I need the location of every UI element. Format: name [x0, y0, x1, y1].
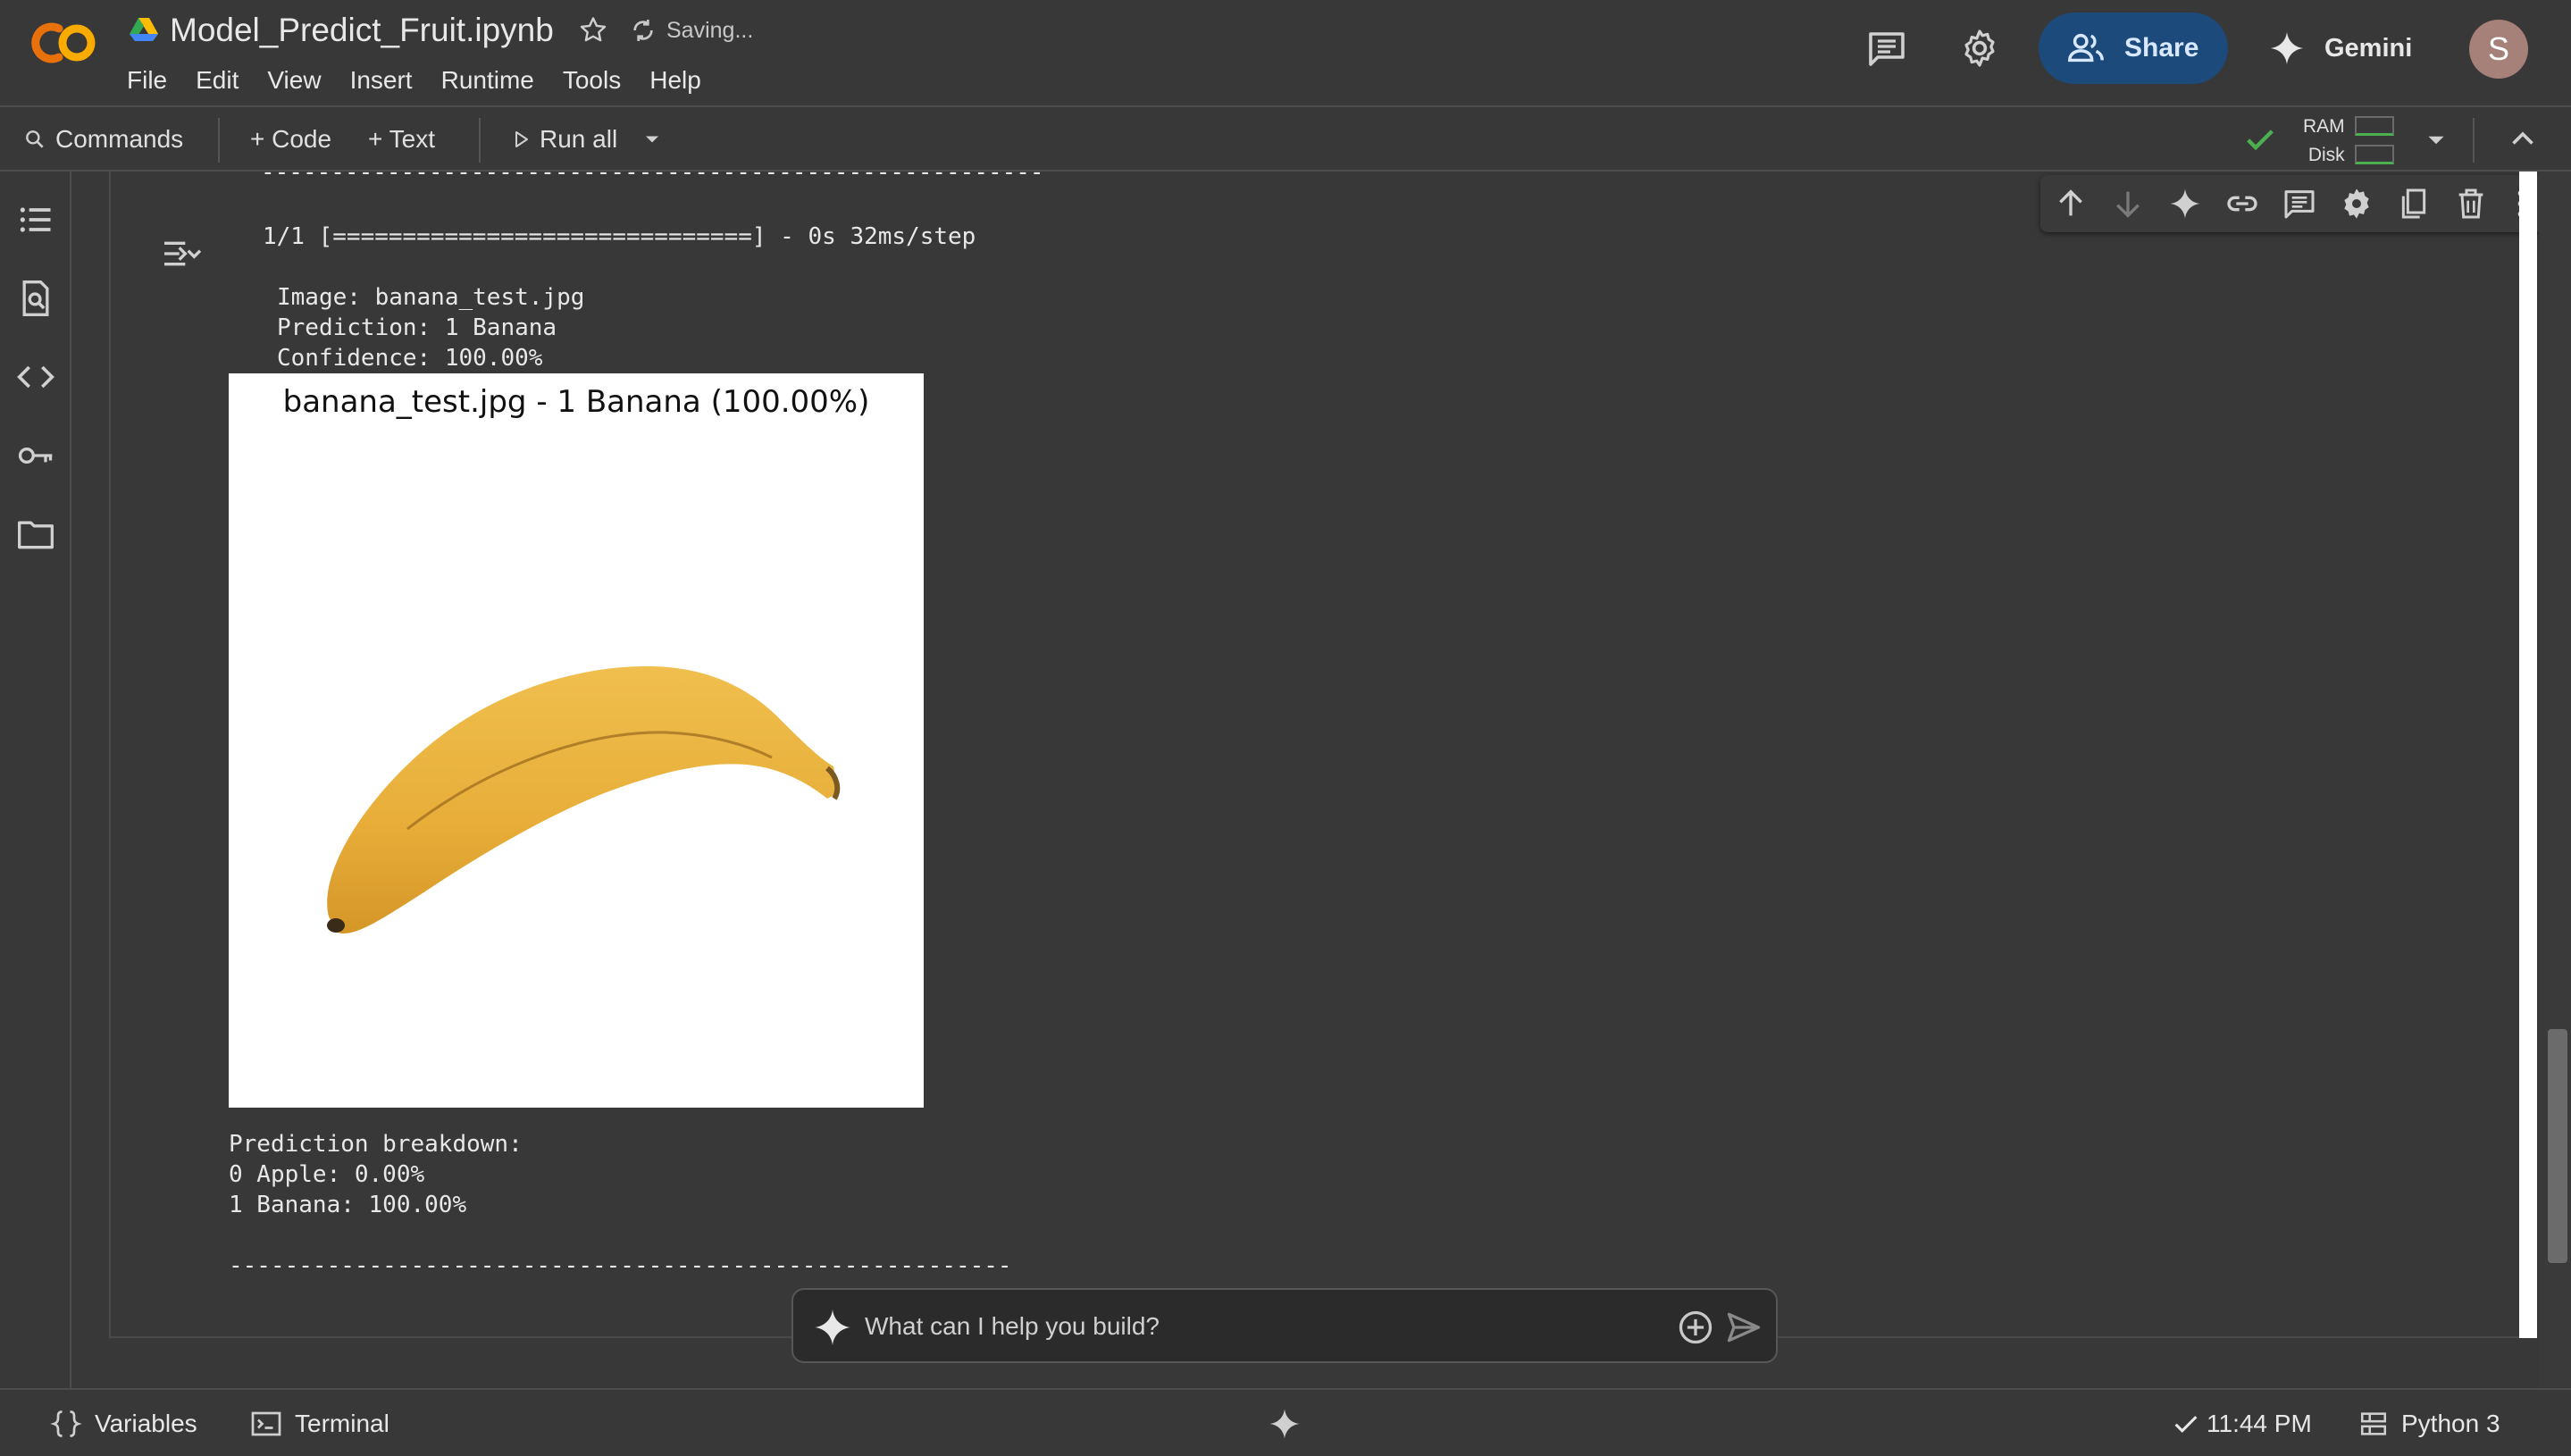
menu-view[interactable]: View	[267, 64, 335, 96]
play-icon	[515, 131, 528, 147]
gemini-sparkle-icon	[815, 1310, 850, 1345]
connected-check-icon[interactable]	[2242, 121, 2278, 157]
colab-logo-icon[interactable]	[23, 20, 98, 66]
gemini-sparkle-icon	[2270, 31, 2304, 65]
progress-line: 1/1 [==============================] - 0…	[263, 223, 976, 250]
add-code-label: + Code	[250, 125, 332, 153]
scrollbar-thumb[interactable]	[2548, 1029, 2567, 1263]
gemini-sparkle-icon[interactable]	[1267, 1406, 1302, 1442]
share-label: Share	[2124, 33, 2199, 63]
menu-edit[interactable]: Edit	[196, 64, 253, 96]
resource-monitor[interactable]: RAM Disk	[2303, 113, 2345, 170]
runtime-caret-down-icon[interactable]	[2421, 125, 2451, 155]
variables-label: Variables	[95, 1410, 197, 1437]
figure-title: banana_test.jpg - 1 Banana (100.00%)	[282, 384, 870, 420]
menu-help[interactable]: Help	[649, 64, 716, 96]
menu-bar: File Edit View Insert Runtime Tools Help	[127, 64, 730, 96]
cell-right-edge	[2519, 172, 2537, 1338]
code-cell-output[interactable]: ----------------------------------------…	[109, 172, 2542, 1338]
toolbar-divider	[218, 118, 220, 163]
check-icon	[2174, 1416, 2198, 1433]
delete-trash-icon[interactable]	[2453, 186, 2489, 222]
run-all-button[interactable]: Run all	[513, 121, 617, 157]
gemini-sparkle-icon[interactable]	[2167, 186, 2203, 222]
menu-insert[interactable]: Insert	[350, 64, 427, 96]
output-collapse-icon[interactable]	[161, 236, 204, 272]
prediction-figure: banana_test.jpg - 1 Banana (100.00%)	[229, 373, 924, 1108]
collapse-header-chevron-up-icon[interactable]	[2507, 123, 2539, 155]
gemini-prompt-box	[791, 1288, 1778, 1363]
separator-line-top: ----------------------------------------…	[261, 172, 1044, 186]
kernel-label: Python 3	[2401, 1410, 2500, 1437]
search-icon	[26, 130, 44, 148]
gemini-label: Gemini	[2324, 33, 2413, 63]
sync-icon	[633, 20, 653, 41]
menu-runtime[interactable]: Runtime	[441, 64, 549, 96]
execution-time-status[interactable]: 11:44 PM	[2171, 1404, 2312, 1443]
commands-button[interactable]: Commands	[23, 121, 183, 157]
save-status: Saving...	[666, 18, 754, 43]
people-icon	[2068, 33, 2104, 63]
find-replace-icon[interactable]	[16, 279, 55, 318]
breakdown-apple: 0 Apple: 0.00%	[229, 1161, 425, 1188]
breakdown-banana: 1 Banana: 100.00%	[229, 1192, 467, 1218]
toolbar-divider	[2473, 118, 2475, 163]
braces-icon	[50, 1410, 82, 1437]
cell-settings-gear-icon[interactable]	[2339, 186, 2374, 222]
share-button[interactable]: Share	[2039, 13, 2228, 84]
server-icon	[2360, 1412, 2387, 1435]
send-icon[interactable]	[1724, 1308, 1763, 1347]
gemini-prompt-input[interactable]	[865, 1302, 1544, 1351]
side-rail	[0, 172, 71, 1388]
separator-line-bottom: ----------------------------------------…	[229, 1252, 1012, 1279]
settings-gear-icon[interactable]	[1958, 27, 2001, 70]
image-line: Image: banana_test.jpg	[277, 284, 585, 311]
breakdown-header: Prediction breakdown:	[229, 1131, 523, 1158]
app-header: Model_Predict_Fruit.ipynb Saving... File…	[0, 0, 2571, 105]
run-options-dropdown[interactable]	[640, 121, 665, 157]
commands-label: Commands	[55, 125, 184, 153]
caret-down-icon	[646, 136, 658, 143]
mirror-cell-icon[interactable]	[2396, 186, 2432, 222]
table-of-contents-icon[interactable]	[16, 200, 55, 239]
files-folder-icon[interactable]	[16, 515, 55, 554]
notebook-title[interactable]: Model_Predict_Fruit.ipynb	[170, 9, 554, 52]
link-icon[interactable]	[2224, 186, 2260, 222]
code-snippets-icon[interactable]	[16, 357, 55, 397]
prediction-line: Prediction: 1 Banana	[277, 314, 557, 341]
account-avatar[interactable]: S	[2469, 20, 2528, 79]
ram-label: RAM	[2303, 116, 2345, 137]
toolbar-divider	[479, 118, 481, 163]
terminal-label: Terminal	[295, 1410, 389, 1437]
move-down-arrow-icon[interactable]	[2110, 186, 2146, 222]
comment-icon[interactable]	[2282, 186, 2317, 222]
kernel-status[interactable]: Python 3	[2358, 1404, 2500, 1443]
terminal-button[interactable]: Terminal	[250, 1404, 389, 1443]
secrets-key-icon[interactable]	[16, 436, 55, 475]
add-text-button[interactable]: + Text	[368, 121, 435, 157]
ram-usage-bar	[2355, 116, 2394, 136]
run-all-label: Run all	[540, 125, 618, 153]
status-bar: Variables Terminal 11:44 PM Python 3	[0, 1388, 2571, 1456]
time-label: 11:44 PM	[2207, 1410, 2312, 1437]
terminal-icon	[251, 1411, 281, 1436]
star-icon[interactable]	[577, 14, 609, 46]
add-attachment-icon[interactable]	[1676, 1308, 1715, 1347]
add-text-label: + Text	[368, 125, 435, 153]
disk-usage-bar	[2355, 145, 2394, 164]
notebook-toolbar: Commands + Code + Text Run all RAM Disk	[0, 105, 2571, 172]
add-code-button[interactable]: + Code	[250, 121, 331, 157]
confidence-line: Confidence: 100.00%	[277, 345, 543, 372]
disk-label: Disk	[2307, 145, 2345, 165]
variables-button[interactable]: Variables	[50, 1404, 197, 1443]
cell-toolbar	[2040, 175, 2542, 232]
notebook-main: ----------------------------------------…	[71, 172, 2571, 1388]
move-up-arrow-icon[interactable]	[2053, 186, 2089, 222]
menu-tools[interactable]: Tools	[563, 64, 635, 96]
gemini-button[interactable]: Gemini	[2267, 21, 2412, 75]
banana-image	[327, 665, 841, 934]
menu-file[interactable]: File	[127, 64, 181, 96]
google-drive-icon[interactable]	[129, 16, 159, 43]
comments-icon[interactable]	[1865, 27, 1908, 70]
